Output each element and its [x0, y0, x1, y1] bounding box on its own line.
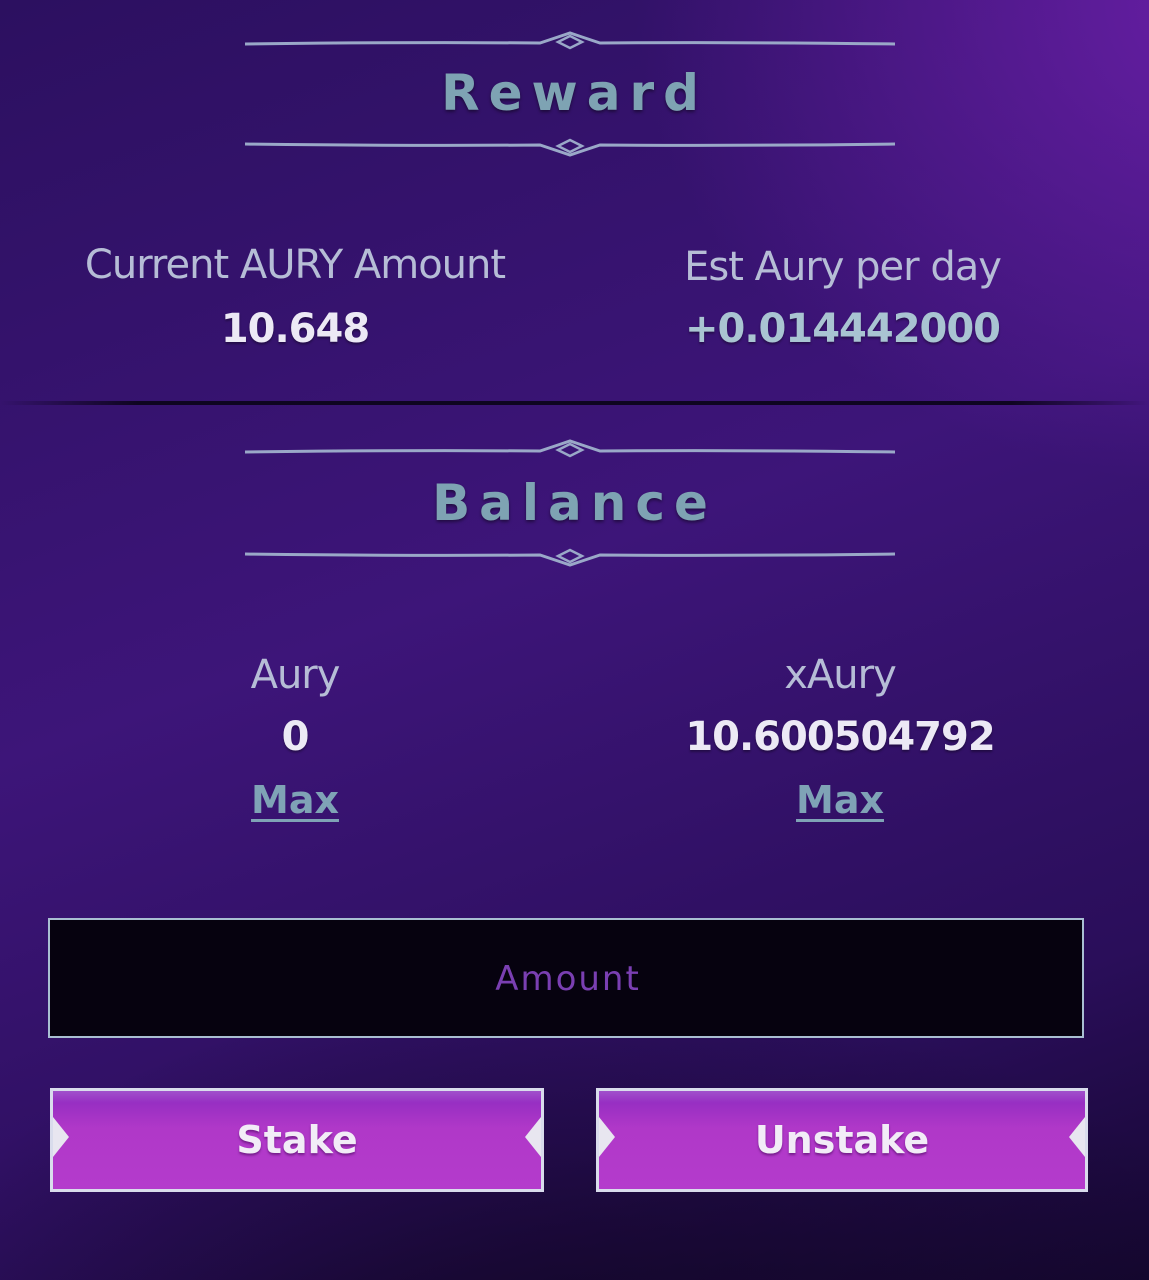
unstake-button-label: Unstake: [754, 1118, 930, 1162]
current-aury-value: 10.648: [220, 306, 370, 352]
reward-title: Reward: [441, 64, 708, 122]
ornament-top-divider: [244, 439, 896, 458]
amount-input[interactable]: [50, 920, 1086, 1038]
xaury-max-button[interactable]: Max: [740, 778, 940, 822]
est-aury-per-day-label: Est Aury per day: [684, 244, 1002, 290]
unstake-button[interactable]: Unstake: [596, 1088, 1088, 1192]
est-aury-per-day-value: +0.014442000: [684, 306, 1001, 352]
aury-balance-label: Aury: [250, 652, 341, 698]
aury-max-button[interactable]: Max: [195, 778, 395, 822]
ornament-bottom-divider: [244, 548, 896, 567]
stake-button[interactable]: Stake: [50, 1088, 544, 1192]
ornament-top-divider: [244, 31, 896, 50]
balance-title: Balance: [432, 474, 717, 532]
xaury-balance-label: xAury: [784, 652, 897, 698]
ornament-bottom-divider: [244, 138, 896, 157]
xaury-balance-value: 10.600504792: [685, 714, 995, 760]
aury-balance-value: 0: [281, 714, 310, 760]
stake-button-label: Stake: [236, 1118, 358, 1162]
amount-field: [48, 918, 1086, 1038]
section-divider: [0, 401, 1149, 405]
current-aury-label: Current AURY Amount: [84, 242, 506, 288]
